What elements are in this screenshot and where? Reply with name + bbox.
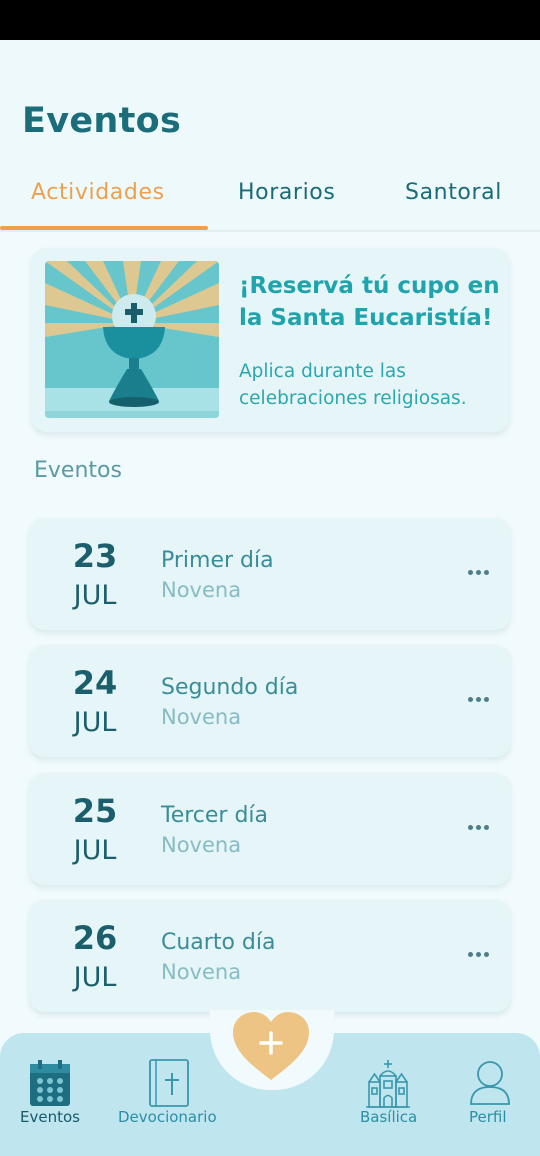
- event-subtitle: Novena: [161, 705, 242, 729]
- event-title: Segundo día: [161, 675, 299, 700]
- more-options-icon[interactable]: [468, 942, 492, 962]
- more-options-icon[interactable]: [468, 815, 492, 835]
- event-title: Tercer día: [161, 803, 269, 828]
- nav-item-perfil[interactable]: [469, 1061, 511, 1109]
- event-subtitle: Novena: [161, 833, 242, 857]
- event-subtitle: Novena: [161, 578, 242, 602]
- tabs-divider: [0, 230, 540, 232]
- event-title: Primer día: [161, 548, 274, 573]
- event-month: JUL: [73, 835, 117, 866]
- nav-item-eventos[interactable]: [30, 1060, 70, 1110]
- nav-label-eventos[interactable]: Eventos: [20, 1108, 80, 1126]
- event-month: JUL: [73, 580, 117, 611]
- nav-label-perfil[interactable]: Perfil: [469, 1108, 507, 1126]
- section-title-eventos: Eventos: [34, 458, 122, 483]
- event-day: 24: [72, 664, 118, 702]
- event-card[interactable]: 26 JUL Cuarto día Novena: [30, 900, 510, 1012]
- heart-plus-icon: [231, 1012, 311, 1086]
- tab-actividades[interactable]: Actividades: [31, 180, 165, 205]
- event-day: 26: [72, 919, 118, 957]
- tab-horarios[interactable]: Horarios: [238, 180, 335, 205]
- promo-description: Aplica durante las celebraciones religio…: [239, 361, 467, 409]
- event-month: JUL: [73, 707, 117, 738]
- nav-item-devocionario[interactable]: [149, 1059, 189, 1111]
- nav-label-devocionario[interactable]: Devocionario: [118, 1108, 217, 1126]
- status-bar: [0, 0, 540, 40]
- promo-card[interactable]: ¡Reservá tú cupo en la Santa Eucaristía!…: [32, 248, 509, 432]
- event-day: 25: [72, 792, 118, 830]
- add-favorite-button[interactable]: [231, 1010, 311, 1082]
- promo-title: ¡Reservá tú cupo en la Santa Eucaristía!: [239, 273, 500, 331]
- event-card[interactable]: 25 JUL Tercer día Novena: [30, 773, 510, 885]
- page-title: Eventos: [22, 101, 182, 141]
- event-subtitle: Novena: [161, 960, 242, 984]
- nav-label-basilica[interactable]: Basílica: [360, 1108, 417, 1126]
- nav-item-basilica[interactable]: [366, 1060, 410, 1112]
- event-month: JUL: [73, 962, 117, 993]
- user-icon: [469, 1061, 511, 1109]
- more-options-icon[interactable]: [468, 560, 492, 580]
- more-options-icon[interactable]: [468, 687, 492, 707]
- event-day: 23: [72, 537, 118, 575]
- event-title: Cuarto día: [161, 930, 276, 955]
- chalice-illustration: [45, 261, 219, 418]
- tab-santoral[interactable]: Santoral: [405, 180, 502, 205]
- event-card[interactable]: 23 JUL Primer día Novena: [30, 518, 510, 630]
- event-card[interactable]: 24 JUL Segundo día Novena: [30, 645, 510, 757]
